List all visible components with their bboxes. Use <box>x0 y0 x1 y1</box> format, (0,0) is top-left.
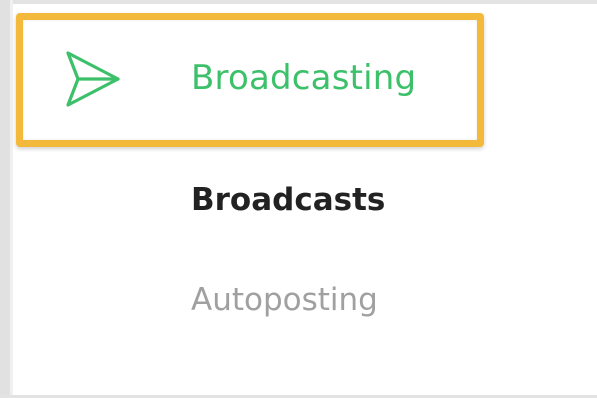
sidebar-menu: Broadcasting Broadcasts Autoposting <box>0 0 597 398</box>
sidebar-subitem-broadcasts[interactable]: Broadcasts <box>191 178 385 222</box>
sidebar-item-label-broadcasting: Broadcasting <box>191 58 417 98</box>
send-icon <box>62 47 124 111</box>
sidebar-item-broadcasting[interactable]: Broadcasting <box>16 13 484 147</box>
sidebar-subitem-autoposting[interactable]: Autoposting <box>191 278 378 322</box>
sidebar-panel: Broadcasting Broadcasts Autoposting <box>0 0 597 398</box>
